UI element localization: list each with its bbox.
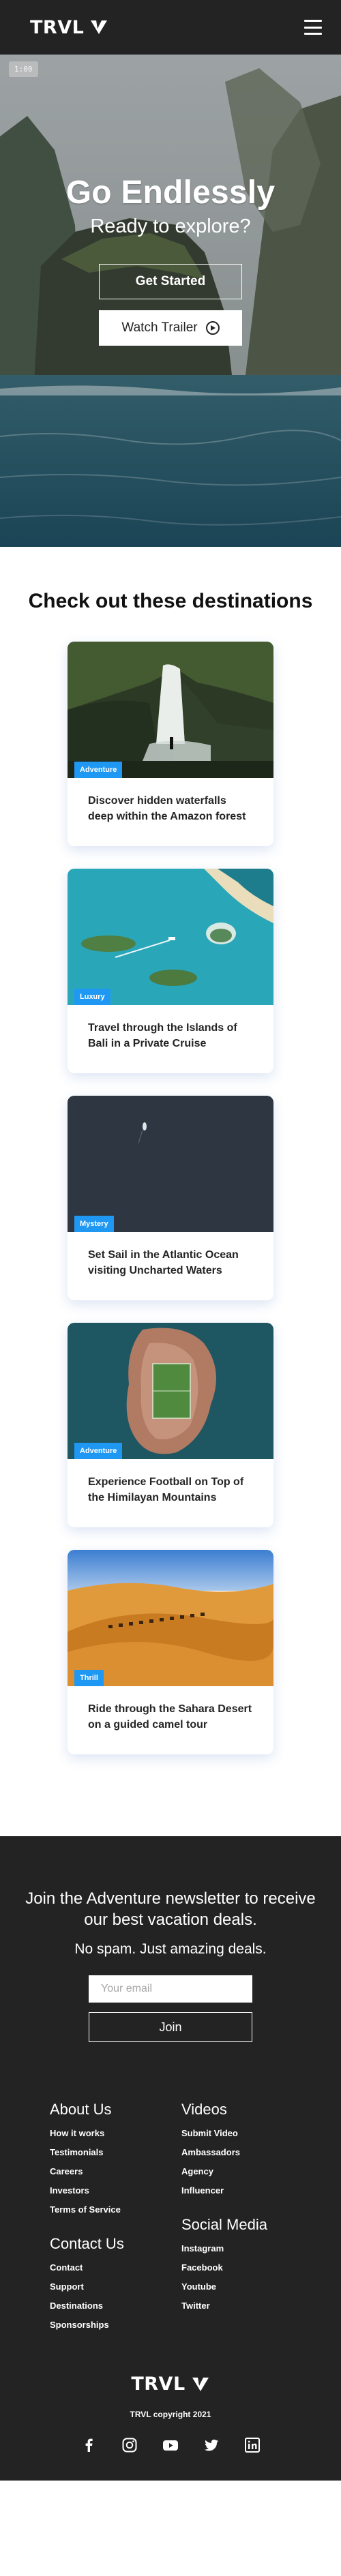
footer-column-left: About Us How it works Testimonials Caree…	[50, 2101, 181, 2350]
footer-heading-contact: Contact Us	[50, 2235, 124, 2253]
card-image-islands: Luxury	[68, 869, 273, 1005]
destination-card[interactable]: Adventure Experience Football on Top of …	[68, 1323, 273, 1527]
card-title: Discover hidden waterfalls deep within t…	[88, 795, 246, 823]
destination-card[interactable]: Adventure Discover hidden waterfalls dee…	[68, 642, 273, 846]
card-tag: Thrill	[74, 1670, 104, 1686]
card-title: Travel through the Islands of Bali in a …	[88, 1022, 237, 1050]
destination-card[interactable]: Thrill Ride through the Sahara Desert on…	[68, 1550, 273, 1754]
newsletter-subheading: No spam. Just amazing deals.	[74, 1941, 267, 1958]
navbar: TRVL	[0, 0, 341, 55]
footer-link-support[interactable]: Support	[50, 2281, 84, 2292]
footer-link-testimonials[interactable]: Testimonials	[50, 2147, 104, 2157]
linkedin-icon[interactable]	[244, 2437, 261, 2453]
footer: Join the Adventure newsletter to receive…	[0, 1836, 341, 2481]
footer-link-youtube[interactable]: Youtube	[181, 2281, 216, 2292]
footer-links: About Us How it works Testimonials Caree…	[0, 2080, 341, 2350]
footer-link-destinations[interactable]: Destinations	[50, 2301, 103, 2311]
facebook-icon[interactable]	[80, 2437, 97, 2453]
card-title: Set Sail in the Atlantic Ocean visiting …	[88, 1249, 239, 1277]
social-icons	[0, 2437, 341, 2453]
card-title: Experience Football on Top of the Himila…	[88, 1476, 244, 1504]
footer-link-careers[interactable]: Careers	[50, 2166, 83, 2176]
watch-trailer-label: Watch Trailer	[121, 320, 198, 335]
footer-link-submit-video[interactable]: Submit Video	[181, 2128, 238, 2138]
youtube-icon[interactable]	[162, 2437, 179, 2453]
footer-link-contact[interactable]: Contact	[50, 2262, 83, 2273]
destinations-title: Check out these destinations	[28, 590, 313, 612]
footer-link-sponsorships[interactable]: Sponsorships	[50, 2320, 109, 2330]
newsletter-form: Join	[16, 1975, 325, 2043]
watch-trailer-button[interactable]: Watch Trailer	[99, 310, 242, 346]
card-tag: Adventure	[74, 1443, 123, 1459]
footer-heading-social: Social Media	[181, 2216, 267, 2234]
footer-link-influencer[interactable]: Influencer	[181, 2185, 224, 2196]
hero-content: Go Endlessly Ready to explore? Get Start…	[0, 174, 341, 346]
destinations-section: Check out these destinations Adventure D…	[0, 547, 341, 1836]
footer-brand-name: TRVL	[131, 2373, 186, 2395]
footer-link-investors[interactable]: Investors	[50, 2185, 89, 2196]
hero-section: 1:00 Go Endlessly Ready to explore? Get …	[0, 55, 341, 547]
newsletter-section: Join the Adventure newsletter to receive…	[0, 1836, 341, 2080]
card-tag: Mystery	[74, 1216, 114, 1232]
hero-subtitle: Ready to explore?	[90, 215, 251, 237]
join-button[interactable]: Join	[89, 2012, 252, 2043]
footer-link-terms[interactable]: Terms of Service	[50, 2204, 121, 2215]
hamburger-menu-icon[interactable]	[304, 20, 322, 35]
hero-title: Go Endlessly	[65, 175, 276, 211]
card-image-waterfall: Adventure	[68, 642, 273, 778]
card-title: Ride through the Sahara Desert on a guid…	[88, 1703, 252, 1731]
footer-link-instagram[interactable]: Instagram	[181, 2243, 224, 2253]
footer-brand-logo[interactable]: TRVL	[0, 2373, 341, 2395]
footer-bottom: TRVL TRVL copyright 2021	[0, 2350, 341, 2481]
destination-card[interactable]: Luxury Travel through the Islands of Bal…	[68, 869, 273, 1073]
footer-link-twitter[interactable]: Twitter	[181, 2301, 210, 2311]
video-timestamp: 1:00	[9, 61, 38, 77]
instagram-icon[interactable]	[121, 2437, 138, 2453]
get-started-button[interactable]: Get Started	[99, 264, 242, 299]
card-image-ocean: Mystery	[68, 1096, 273, 1232]
destination-cards: Adventure Discover hidden waterfalls dee…	[0, 642, 341, 1754]
destination-card[interactable]: Mystery Set Sail in the Atlantic Ocean v…	[68, 1096, 273, 1300]
twitter-icon[interactable]	[203, 2437, 220, 2453]
card-tag: Adventure	[74, 762, 123, 778]
copyright-text: TRVL copyright 2021	[130, 2410, 211, 2420]
brand-logo[interactable]: TRVL	[30, 17, 108, 38]
play-circle-icon	[205, 321, 220, 335]
footer-heading-about: About Us	[50, 2101, 112, 2118]
brand-name: TRVL	[30, 16, 85, 38]
card-image-football-island: Adventure	[68, 1323, 273, 1459]
footer-link-agency[interactable]: Agency	[181, 2166, 213, 2176]
footer-link-how-it-works[interactable]: How it works	[50, 2128, 104, 2138]
brand-mark-icon	[192, 2377, 209, 2391]
footer-link-facebook[interactable]: Facebook	[181, 2262, 223, 2273]
brand-mark-icon	[91, 20, 108, 34]
email-input[interactable]	[89, 1975, 252, 2003]
newsletter-heading: Join the Adventure newsletter to receive…	[25, 1889, 316, 1930]
footer-heading-videos: Videos	[181, 2101, 227, 2118]
footer-column-right: Videos Submit Video Ambassadors Agency I…	[181, 2101, 313, 2350]
card-tag: Luxury	[74, 989, 110, 1005]
footer-link-ambassadors[interactable]: Ambassadors	[181, 2147, 240, 2157]
card-image-desert: Thrill	[68, 1550, 273, 1686]
